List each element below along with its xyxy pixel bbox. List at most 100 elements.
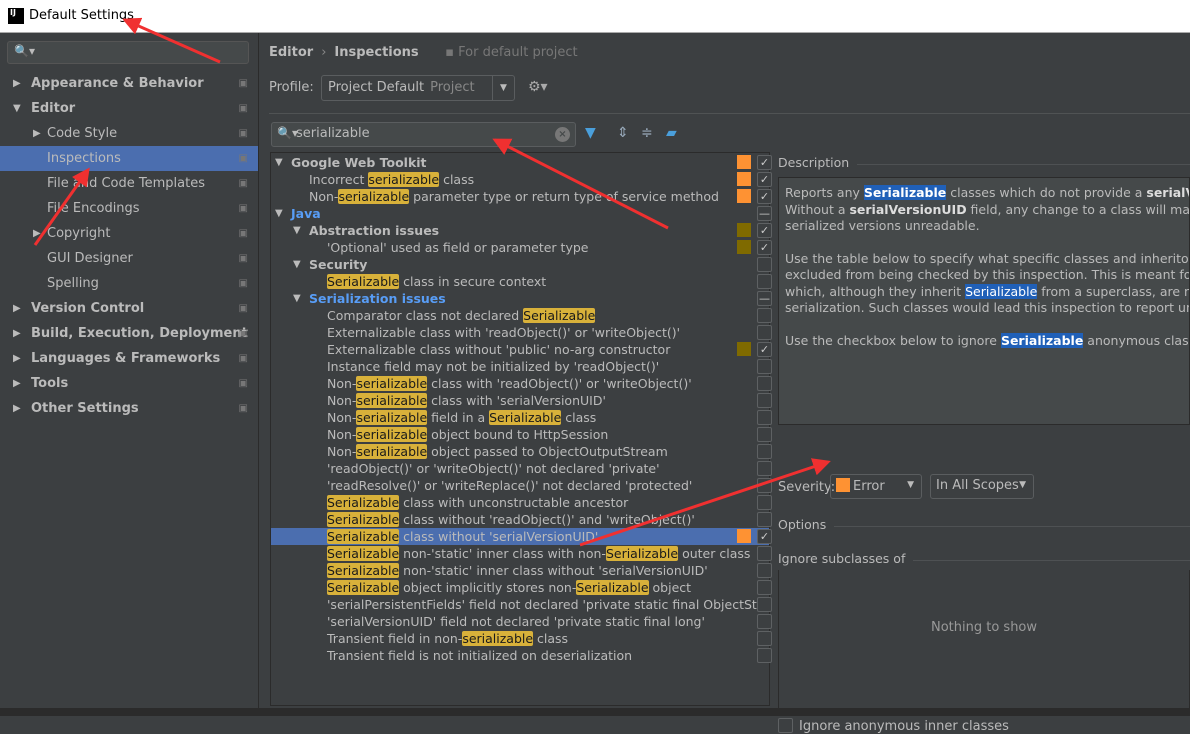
enable-checkbox[interactable]: ✓ [757,189,772,204]
enable-checkbox[interactable]: ✓ [757,342,772,357]
subclasses-table[interactable]: Nothing to show [778,570,1190,710]
enable-checkbox[interactable] [757,308,772,323]
tree-item[interactable]: 'readResolve()' or 'writeReplace()' not … [271,477,772,494]
enable-checkbox[interactable] [757,512,772,527]
enable-checkbox[interactable] [757,359,772,374]
enable-checkbox[interactable] [757,631,772,646]
tree-group[interactable]: ▼ Security [271,256,772,273]
tree-item[interactable]: Serializable class in secure context [271,273,772,290]
enable-checkbox[interactable]: — [757,206,772,221]
sidebar-item-languages-frameworks[interactable]: ▶ Languages & Frameworks ▣ [0,346,258,371]
enable-checkbox[interactable]: ✓ [757,155,772,170]
enable-checkbox[interactable]: ✓ [757,172,772,187]
tree-item[interactable]: Non-serializable class with 'serialVersi… [271,392,772,409]
enable-checkbox[interactable] [757,393,772,408]
enable-checkbox[interactable] [757,495,772,510]
sidebar-item-spelling[interactable]: Spelling ▣ [0,271,258,296]
chevron-right-icon[interactable]: ▶ [13,71,21,96]
collapse-all-icon[interactable]: ≑ [641,125,653,141]
chevron-right-icon[interactable]: ▶ [13,321,21,346]
tree-group[interactable]: ▼ Serialization issues — [271,290,772,307]
sidebar-item-editor[interactable]: ▼ Editor ▣ [0,96,258,121]
tree-item[interactable]: Externalizable class without 'public' no… [271,341,772,358]
enable-checkbox[interactable] [757,580,772,595]
tree-item[interactable]: Serializable class without 'serialVersio… [271,528,772,545]
chevron-down-icon[interactable]: ▼ [492,76,514,100]
sidebar-item-build-execution-deployment[interactable]: ▶ Build, Execution, Deployment ▣ [0,321,258,346]
sidebar-item-appearance-behavior[interactable]: ▶ Appearance & Behavior ▣ [0,71,258,96]
tree-item[interactable]: Serializable class without 'readObject()… [271,511,772,528]
tree-item[interactable]: Non-serializable class with 'readObject(… [271,375,772,392]
chevron-right-icon[interactable]: ▶ [33,121,41,146]
checkbox[interactable] [778,718,793,733]
enable-checkbox[interactable]: ✓ [757,529,772,544]
chevron-down-icon[interactable]: ▼ [13,96,21,121]
sidebar-item-inspections[interactable]: Inspections ▣ [0,146,258,171]
enable-checkbox[interactable] [757,614,772,629]
enable-checkbox[interactable] [757,648,772,663]
inspection-search[interactable]: 🔍▾ × [271,122,576,147]
enable-checkbox[interactable] [757,461,772,476]
tree-item[interactable]: Transient field is not initialized on de… [271,647,772,664]
enable-checkbox[interactable] [757,563,772,578]
filter-icon[interactable]: ▼ [585,125,596,141]
profile-dropdown[interactable]: Project Default Project ▼ [321,75,515,101]
enable-checkbox[interactable] [757,546,772,561]
severity-dropdown[interactable]: Error ▼ [830,474,922,499]
tree-item[interactable]: Comparator class not declared Serializab… [271,307,772,324]
sidebar-search-input[interactable]: 🔍▾ [7,41,249,64]
sidebar-item-code-style[interactable]: ▶ Code Style ▣ [0,121,258,146]
reset-eraser-icon[interactable]: ▰ [666,125,677,141]
enable-checkbox[interactable] [757,427,772,442]
enable-checkbox[interactable] [757,376,772,391]
tree-item[interactable]: Serializable object implicitly stores no… [271,579,772,596]
sidebar-item-gui-designer[interactable]: GUI Designer ▣ [0,246,258,271]
tree-group[interactable]: ▼ Abstraction issues ✓ [271,222,772,239]
ignore-anonymous-checkbox[interactable]: Ignore anonymous inner classes [778,718,1009,734]
tree-item[interactable]: 'Optional' used as field or parameter ty… [271,239,772,256]
tree-item[interactable]: Serializable non-'static' inner class wi… [271,562,772,579]
tree-item[interactable]: Transient field in non-serializable clas… [271,630,772,647]
enable-checkbox[interactable] [757,257,772,272]
tree-item[interactable]: Non-serializable object passed to Object… [271,443,772,460]
tree-item[interactable]: Non-serializable parameter type or retur… [271,188,772,205]
enable-checkbox[interactable] [757,325,772,340]
tree-item[interactable]: Non-serializable field in a Serializable… [271,409,772,426]
enable-checkbox[interactable] [757,597,772,612]
tree-item[interactable]: Non-serializable object bound to HttpSes… [271,426,772,443]
enable-checkbox[interactable] [757,274,772,289]
tree-item[interactable]: Instance field may not be initialized by… [271,358,772,375]
enable-checkbox[interactable] [757,478,772,493]
enable-checkbox[interactable] [757,410,772,425]
tree-item[interactable]: 'serialVersionUID' field not declared 'p… [271,613,772,630]
chevron-right-icon[interactable]: ▶ [13,371,21,396]
scope-dropdown[interactable]: In All Scopes ▼ [930,474,1034,499]
expand-icon[interactable]: ▼ [293,222,301,239]
gear-icon[interactable]: ⚙▾ [528,79,548,95]
chevron-right-icon[interactable]: ▶ [13,346,21,371]
search-input[interactable] [296,126,546,141]
sidebar-item-file-encodings[interactable]: File Encodings ▣ [0,196,258,221]
enable-checkbox[interactable] [757,444,772,459]
tree-group[interactable]: ▼ Google Web Toolkit ✓ [271,154,772,171]
enable-checkbox[interactable]: ✓ [757,223,772,238]
inspection-tree[interactable]: ▼ Google Web Toolkit ✓ Incorrect serializab… [270,152,772,706]
chevron-right-icon[interactable]: ▶ [33,221,41,246]
sidebar-item-version-control[interactable]: ▶ Version Control ▣ [0,296,258,321]
enable-checkbox[interactable]: ✓ [757,240,772,255]
tree-item[interactable]: Incorrect serializable class ✓ [271,171,772,188]
tree-item[interactable]: Externalizable class with 'readObject()'… [271,324,772,341]
expand-icon[interactable]: ▼ [275,154,283,171]
expand-icon[interactable]: ▼ [275,205,283,222]
expand-all-icon[interactable]: ⇕ [617,125,629,141]
tree-group[interactable]: ▼ Java — [271,205,772,222]
sidebar-item-tools[interactable]: ▶ Tools ▣ [0,371,258,396]
sidebar-item-copyright[interactable]: ▶ Copyright ▣ [0,221,258,246]
sidebar-item-other-settings[interactable]: ▶ Other Settings ▣ [0,396,258,421]
expand-icon[interactable]: ▼ [293,256,301,273]
breadcrumb-editor[interactable]: Editor [269,45,313,60]
chevron-right-icon[interactable]: ▶ [13,296,21,321]
enable-checkbox[interactable]: — [757,291,772,306]
clear-icon[interactable]: × [555,127,570,142]
tree-item[interactable]: Serializable non-'static' inner class wi… [271,545,772,562]
